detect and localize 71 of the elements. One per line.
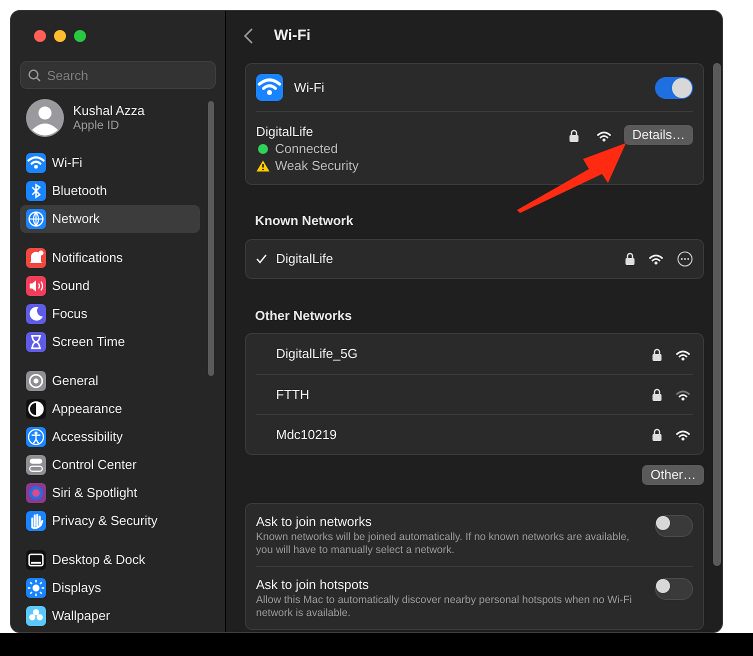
details-button[interactable]: Details… bbox=[624, 125, 693, 145]
accessibility-icon bbox=[26, 427, 46, 447]
page-title: Wi-Fi bbox=[274, 26, 311, 46]
network-row[interactable]: Mdc10219 bbox=[256, 414, 693, 454]
connection-status: Connected bbox=[275, 140, 338, 157]
network-row[interactable]: DigitalLife bbox=[256, 240, 693, 278]
sun-icon bbox=[26, 578, 46, 598]
account-subtitle: Apple ID bbox=[73, 118, 120, 133]
wifi-signal-icon bbox=[596, 128, 612, 142]
search-field[interactable]: Search bbox=[20, 61, 216, 89]
setting-label: Ask to join hotspots bbox=[256, 577, 370, 593]
warning-icon bbox=[256, 160, 270, 172]
lock-icon bbox=[652, 348, 662, 360]
flower-icon bbox=[26, 606, 46, 626]
lock-icon bbox=[569, 128, 580, 142]
wifi-label: Wi-Fi bbox=[294, 78, 326, 97]
sidebar-item[interactable]: Desktop & Dock bbox=[20, 546, 200, 574]
search-icon bbox=[28, 69, 41, 82]
account-name: Kushal Azza bbox=[73, 103, 145, 118]
sidebar-item[interactable]: Appearance bbox=[20, 395, 200, 423]
more-icon bbox=[677, 250, 693, 266]
hand-icon bbox=[26, 511, 46, 531]
hourglass-icon bbox=[26, 332, 46, 352]
scrollbar[interactable] bbox=[713, 63, 721, 566]
moon-icon bbox=[26, 304, 46, 324]
orb-icon bbox=[26, 483, 46, 503]
wifi-signal-icon bbox=[648, 252, 664, 265]
avatar-icon bbox=[26, 99, 64, 137]
sidebar-item[interactable]: Wallpaper bbox=[20, 602, 200, 630]
close-button[interactable] bbox=[34, 30, 46, 42]
toggle-icon bbox=[26, 455, 46, 475]
setting-toggle[interactable] bbox=[655, 578, 693, 600]
lock-icon bbox=[652, 388, 662, 401]
wifi-icon bbox=[256, 74, 283, 101]
sidebar-item[interactable]: Screen Time bbox=[20, 328, 200, 356]
lock-icon bbox=[652, 428, 662, 441]
sidebar-item[interactable]: Sound bbox=[20, 272, 200, 300]
bluetooth-icon bbox=[26, 181, 46, 201]
section-heading: Known Network bbox=[254, 212, 354, 230]
sidebar-item[interactable]: Siri & Spotlight bbox=[20, 479, 200, 507]
other-button[interactable]: Other… bbox=[642, 465, 704, 485]
network-row[interactable]: DigitalLife_5G bbox=[256, 334, 693, 374]
sidebar-item[interactable]: Displays bbox=[20, 574, 200, 602]
wifi-toggle[interactable] bbox=[655, 76, 693, 98]
wifi-icon bbox=[26, 153, 46, 173]
lock-icon bbox=[625, 252, 635, 265]
globe-icon bbox=[26, 209, 46, 229]
sidebar-item[interactable]: Notifications bbox=[20, 244, 200, 272]
network-name: DigitalLife bbox=[256, 123, 314, 140]
sidebar-item[interactable]: Accessibility bbox=[20, 423, 200, 451]
sidebar-item[interactable]: Network bbox=[20, 205, 200, 233]
security-warning: Weak Security bbox=[275, 157, 359, 174]
sidebar-item[interactable]: Focus bbox=[20, 300, 200, 328]
chevron-left-icon bbox=[244, 28, 253, 44]
sidebar-item[interactable]: Bluetooth bbox=[20, 177, 200, 205]
contrast-icon bbox=[26, 399, 46, 419]
sidebar-item[interactable]: Wi-Fi bbox=[20, 149, 200, 177]
setting-toggle[interactable] bbox=[655, 515, 693, 537]
minimize-button[interactable] bbox=[54, 30, 66, 42]
sidebar-item[interactable]: Control Center bbox=[20, 451, 200, 479]
sidebar-item[interactable]: General bbox=[20, 367, 200, 395]
scrollbar[interactable] bbox=[208, 101, 214, 376]
network-row[interactable]: FTTH bbox=[256, 374, 693, 414]
section-heading: Other Networks bbox=[254, 306, 353, 324]
setting-description: Allow this Mac to automatically discover nearby personal hotspots when no Wi-Fi network is available. bbox=[256, 594, 633, 620]
dock-icon bbox=[26, 550, 46, 570]
sidebar-item[interactable]: Privacy & Security bbox=[20, 507, 200, 535]
setting-label: Ask to join networks bbox=[256, 514, 373, 530]
speaker-icon bbox=[26, 276, 46, 296]
zoom-button[interactable] bbox=[74, 30, 86, 42]
setting-description: Known networks will be joined automatically. If no known networks are available, you will have to manually select a network. bbox=[256, 531, 630, 557]
